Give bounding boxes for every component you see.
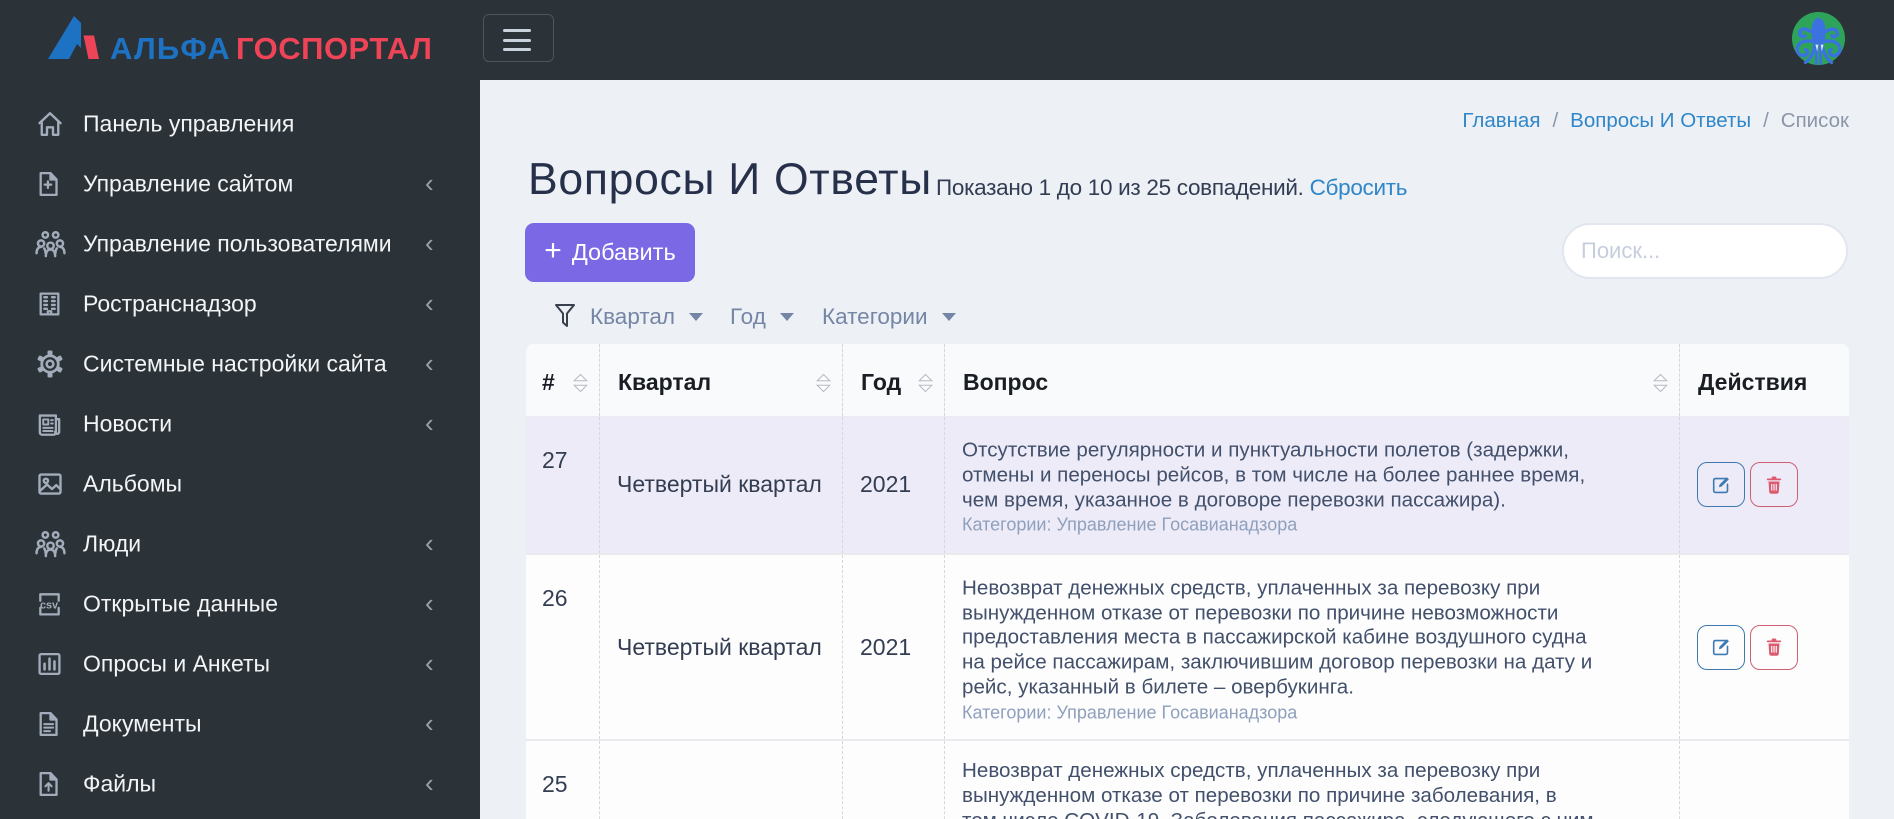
svg-text:csv: csv xyxy=(40,600,58,612)
